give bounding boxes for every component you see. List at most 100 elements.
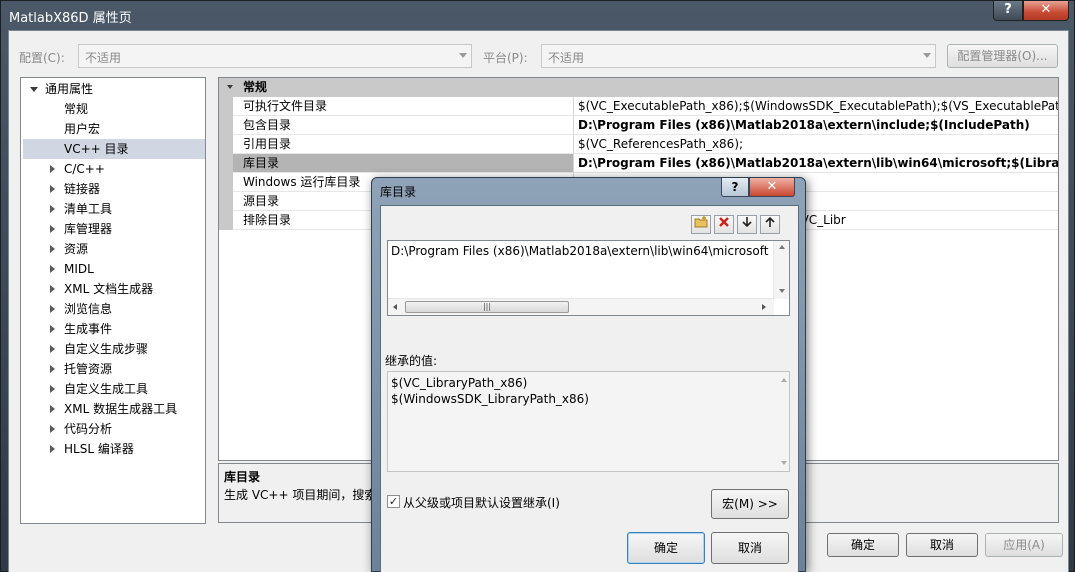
tree-item-label: 用户宏 (64, 122, 101, 136)
ok-button[interactable]: 确定 (827, 533, 899, 557)
tree-item[interactable]: XML 数据生成器工具 (23, 399, 205, 419)
collapsed-icon[interactable] (50, 445, 55, 453)
tree-item[interactable]: 链接器 (23, 179, 205, 199)
tree-item-label: C/C++ (64, 162, 105, 176)
grid-row[interactable]: 库目录 D:\Program Files (x86)\Matlab2018a\ex… (219, 154, 1058, 173)
grid-row-value[interactable]: D:\Program Files (x86)\Matlab2018a\exter… (573, 116, 1058, 135)
apply-button[interactable]: 应用(A) (985, 533, 1063, 557)
collapsed-icon[interactable] (50, 245, 55, 253)
tree-item-label: 生成事件 (64, 322, 113, 336)
tree-item[interactable]: 常规 (23, 99, 205, 119)
tree-item-label: 链接器 (64, 182, 101, 196)
collapsed-icon[interactable] (50, 305, 55, 313)
config-combo[interactable]: 不适用 (78, 44, 472, 68)
tree-item[interactable]: 自定义生成工具 (23, 379, 205, 399)
move-up-button[interactable] (760, 215, 780, 234)
collapsed-icon[interactable] (50, 265, 55, 273)
cancel-button[interactable]: 取消 (906, 533, 978, 557)
tree-item[interactable]: 浏览信息 (23, 299, 205, 319)
grid-row-key[interactable]: 库目录 (219, 154, 573, 173)
dialog-help-button[interactable]: ? (721, 178, 749, 197)
directory-list[interactable]: D:\Program Files (x86)\Matlab2018a\exter… (387, 240, 790, 316)
expanded-icon[interactable] (30, 87, 38, 92)
tree-item[interactable]: 清单工具 (23, 199, 205, 219)
collapsed-icon[interactable] (50, 385, 55, 393)
new-folder-button[interactable] (691, 215, 711, 234)
collapsed-icon[interactable] (50, 345, 55, 353)
grid-row-margin (219, 97, 233, 116)
tree-item[interactable]: 自定义生成步骤 (23, 339, 205, 359)
collapsed-icon[interactable] (50, 425, 55, 433)
scroll-up-icon[interactable] (781, 378, 787, 382)
collapsed-icon[interactable] (50, 185, 55, 193)
title-bar[interactable]: MatlabX86D 属性页 ? ✕ (1, 1, 1075, 29)
tree-item-label: 清单工具 (64, 202, 113, 216)
horizontal-scrollbar[interactable]: ||| (388, 298, 774, 315)
dialog-ok-button[interactable]: 确定 (627, 532, 705, 564)
new-folder-icon (694, 216, 708, 228)
grid-row-key[interactable]: 引用目录 (219, 135, 573, 154)
tree-item[interactable]: 代码分析 (23, 419, 205, 439)
platform-combo[interactable]: 不适用 (541, 44, 936, 68)
collapsed-icon[interactable] (50, 325, 55, 333)
grid-row-value[interactable]: $(VC_ReferencesPath_x86); (573, 135, 1058, 154)
move-up-icon (765, 216, 775, 227)
tree-item[interactable]: C/C++ (23, 159, 205, 179)
close-button[interactable]: ✕ (1023, 1, 1069, 21)
move-down-button[interactable] (737, 215, 757, 234)
tree-item-label: 代码分析 (64, 422, 113, 436)
grid-row-value[interactable]: $(VC_ExecutablePath_x86);$(WindowsSDK_Ex… (573, 97, 1058, 116)
vertical-scrollbar[interactable] (773, 241, 789, 299)
scroll-right-icon[interactable] (762, 304, 766, 310)
delete-button[interactable] (714, 215, 734, 234)
directory-entry[interactable]: D:\Program Files (x86)\Matlab2018a\exter… (391, 243, 768, 259)
grid-row-key[interactable]: 包含目录 (219, 116, 573, 135)
config-manager-button[interactable]: 配置管理器(O)... (947, 44, 1058, 68)
grid-row[interactable]: 包含目录 D:\Program Files (x86)\Matlab2018a\e… (219, 116, 1058, 135)
collapsed-icon[interactable] (50, 225, 55, 233)
scroll-up-icon[interactable] (779, 245, 785, 249)
collapsed-icon[interactable] (50, 205, 55, 213)
grid-section-title: 常规 (243, 80, 268, 94)
tree-item[interactable]: 生成事件 (23, 319, 205, 339)
tree-item[interactable]: 托管资源 (23, 359, 205, 379)
tree-item[interactable]: 资源 (23, 239, 205, 259)
tree-item[interactable]: 库管理器 (23, 219, 205, 239)
tree-item-label: MIDL (64, 262, 94, 276)
tree-item-label: XML 数据生成器工具 (64, 402, 178, 416)
tree-item-label: 常规 (64, 102, 89, 116)
tree-item-label: 通用属性 (45, 82, 94, 96)
grid-row[interactable]: 引用目录 $(VC_ReferencesPath_x86); (219, 135, 1058, 154)
collapsed-icon[interactable] (50, 365, 55, 373)
inherited-values-box: $(VC_LibraryPath_x86) $(WindowsSDK_Libra… (387, 371, 790, 472)
scroll-down-icon[interactable] (779, 289, 785, 293)
collapse-icon[interactable] (227, 85, 233, 89)
scroll-left-icon[interactable] (393, 304, 397, 310)
scroll-down-icon[interactable] (781, 461, 787, 465)
tree-item[interactable]: 通用属性 (23, 79, 205, 99)
help-button[interactable]: ? (993, 1, 1023, 21)
tree-item-label: 资源 (64, 242, 89, 256)
property-tree[interactable]: 通用属性常规用户宏 VC++ 目录 C/C++ 链接器清单工具库管理器资源 MIDL XM… (20, 77, 206, 524)
collapsed-icon[interactable] (50, 285, 55, 293)
tree-item[interactable]: MIDL (23, 259, 205, 279)
dialog-close-button[interactable]: ✕ (749, 178, 795, 197)
grid-row-key[interactable]: 可执行文件目录 (219, 97, 573, 116)
macros-button[interactable]: 宏(M) >> (711, 489, 789, 519)
tree-item[interactable]: VC++ 目录 (23, 139, 205, 159)
inherit-checkbox[interactable]: ✓ (387, 495, 400, 508)
scroll-thumb[interactable]: ||| (405, 301, 569, 313)
dialog-cancel-button[interactable]: 取消 (711, 532, 789, 564)
grid-section-header[interactable]: 常规 (219, 78, 1058, 97)
tree-item[interactable]: XML 文档生成器 (23, 279, 205, 299)
grid-row-margin (219, 116, 233, 135)
tree-item[interactable]: 用户宏 (23, 119, 205, 139)
collapsed-icon[interactable] (50, 165, 55, 173)
tree-item-label: 库管理器 (64, 222, 113, 236)
inherit-checkbox-label[interactable]: 从父级或项目默认设置继承(I) (403, 494, 560, 511)
tree-item[interactable]: HLSL 编译器 (23, 439, 205, 459)
grid-row[interactable]: 可执行文件目录 $(VC_ExecutablePath_x86);$(Window… (219, 97, 1058, 116)
collapsed-icon[interactable] (50, 405, 55, 413)
grid-row-value[interactable]: D:\Program Files (x86)\Matlab2018a\exter… (573, 154, 1058, 173)
grid-row-margin (219, 173, 233, 192)
